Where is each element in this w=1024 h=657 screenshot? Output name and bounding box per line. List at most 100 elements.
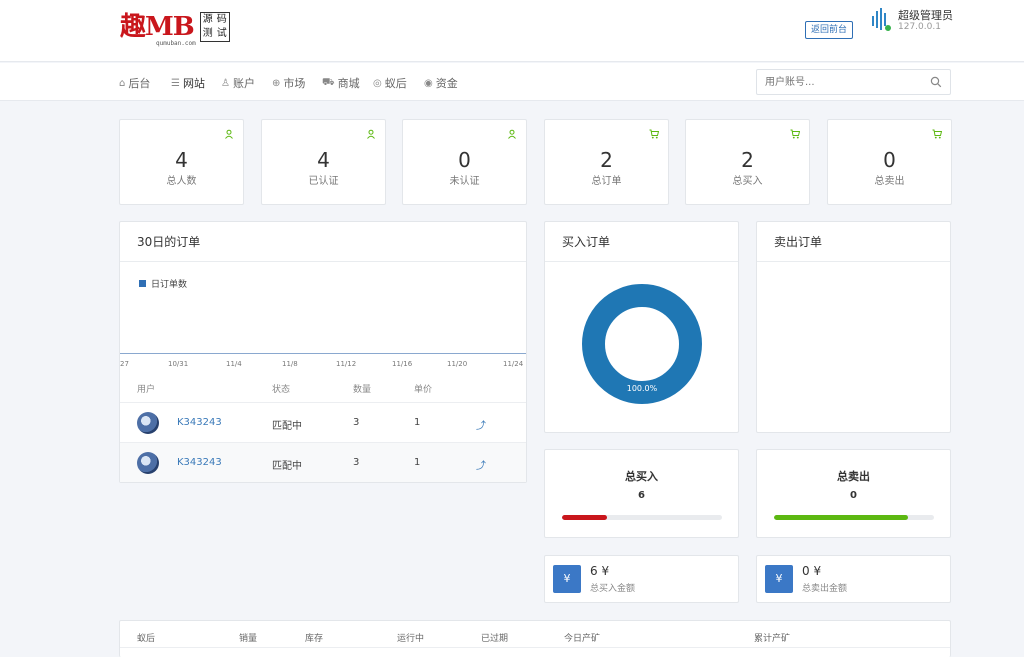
chart-series-line (120, 353, 526, 354)
logo-box: 源 码 测 试 (199, 12, 230, 42)
buy-amount-label: 总买入金额 (590, 584, 636, 594)
col-header: 销量 (239, 634, 258, 644)
col-header-user: 用户 (137, 385, 156, 395)
logo-domain: qumuban.com (156, 40, 196, 47)
top-header: 趣MB 源 码 测 试 qumuban.com 返回前台 超级管理员 127.0… (0, 0, 1024, 62)
col-header-status: 状态 (272, 385, 291, 395)
row-price: 1 (414, 457, 421, 468)
total-sell-value: 0 (850, 490, 857, 501)
progress-fill (562, 515, 607, 520)
row-status: 匹配中 (272, 421, 302, 432)
stat-label: 总买入 (732, 176, 763, 187)
total-buy-progress (562, 515, 722, 520)
user-icon (367, 129, 375, 139)
site-logo[interactable]: 趣MB 源 码 测 试 qumuban.com (120, 12, 230, 47)
nav-item-funds[interactable]: ◉ 资金 (424, 75, 458, 91)
circle-icon: ◎ (373, 77, 382, 89)
stat-label: 已认证 (308, 176, 339, 187)
panel-title: 卖出订单 (757, 222, 950, 262)
avatar (137, 452, 159, 474)
x-tick-label: 11/16 (392, 360, 413, 368)
col-header: 已过期 (481, 634, 509, 644)
logo-text: 趣MB (120, 12, 195, 42)
cart-icon: ⛟ (322, 76, 335, 88)
total-buy-title: 总买入 (625, 470, 658, 483)
nav-item-queen[interactable]: ◎ 蚁后 (373, 75, 407, 91)
table-row: K343243 匹配中 3 1 ⤴ (120, 442, 526, 482)
stat-card-unverified[interactable]: 0 未认证 (402, 119, 527, 205)
stat-label: 总订单 (591, 176, 622, 187)
total-sell-progress (774, 515, 934, 520)
col-header: 今日产矿 (564, 634, 601, 644)
search-icon[interactable] (930, 76, 942, 88)
admin-ip: 127.0.0.1 (898, 22, 941, 32)
user-icon (225, 129, 233, 139)
pie-slice (582, 284, 702, 404)
x-tick-label: 27 (120, 360, 129, 368)
chart-legend[interactable]: 日订单数 (139, 277, 187, 290)
stat-value: 4 (175, 148, 188, 172)
sell-orders-panel: 卖出订单 (756, 221, 951, 433)
user-search-box (756, 69, 951, 95)
col-header: 库存 (305, 634, 324, 644)
nav-item-dashboard[interactable]: ⌂ 后台 (119, 75, 150, 91)
stat-card-total-sell[interactable]: 0 总卖出 (827, 119, 952, 205)
cart-icon (790, 129, 800, 139)
main-nav: ⌂ 后台 ☰ 网站 ♙ 账户 ⊕ 市场 ⛟ 商城 ◎ 蚁后 ◉ 资金 (0, 63, 1024, 101)
row-action-icon[interactable]: ⤴ (476, 417, 486, 432)
back-to-frontend-button[interactable]: 返回前台 (805, 21, 853, 39)
progress-fill (774, 515, 909, 520)
divider (120, 647, 950, 648)
table-row: K343243 匹配中 3 1 ⤴ (120, 402, 526, 442)
yen-icon: ¥ (765, 565, 793, 593)
nav-item-site[interactable]: ☰ 网站 (171, 75, 205, 91)
nav-item-mall[interactable]: ⛟ 商城 (322, 75, 360, 91)
sell-amount-label: 总卖出金额 (802, 584, 848, 594)
admin-avatar-icon[interactable] (869, 8, 891, 32)
x-tick-label: 11/12 (336, 360, 357, 368)
legend-swatch (139, 280, 146, 287)
total-buy-value: 6 (638, 490, 645, 501)
stat-card-total-orders[interactable]: 2 总订单 (544, 119, 669, 205)
row-action-icon[interactable]: ⤴ (476, 457, 486, 472)
buy-amount-value: 6 ¥ (590, 564, 610, 578)
row-status: 匹配中 (272, 461, 302, 472)
buy-amount-card: ¥ 6 ¥ 总买入金额 (544, 555, 739, 603)
stat-label: 未认证 (449, 176, 480, 187)
col-header-qty: 数量 (353, 385, 372, 395)
total-sell-card: 总卖出 0 (756, 449, 951, 538)
stat-value: 4 (317, 148, 330, 172)
queen-table: 蚁后 销量 库存 运行中 已过期 今日产矿 累计产矿 (119, 620, 951, 657)
panel-title: 30日的订单 (120, 222, 526, 262)
row-qty: 3 (353, 457, 360, 468)
list-icon: ☰ (171, 77, 180, 89)
home-icon: ⌂ (119, 77, 126, 89)
col-header-price: 单价 (414, 385, 433, 395)
globe-icon: ⊕ (272, 77, 281, 89)
nav-item-market[interactable]: ⊕ 市场 (272, 75, 305, 91)
stat-card-total-buy[interactable]: 2 总买入 (685, 119, 810, 205)
col-header: 累计产矿 (754, 634, 791, 644)
row-qty: 3 (353, 417, 360, 428)
x-tick-label: 11/8 (282, 360, 298, 368)
stat-card-verified[interactable]: 4 已认证 (261, 119, 386, 205)
stat-value: 0 (458, 148, 471, 172)
buy-orders-donut-chart: 100.0% (582, 284, 702, 404)
row-user-link[interactable]: K343243 (177, 457, 222, 468)
nav-item-accounts[interactable]: ♙ 账户 (221, 75, 255, 91)
legend-label: 日订单数 (151, 280, 188, 290)
orders-30-days-panel: 30日的订单 日订单数 27 10/31 11/4 11/8 11/12 11/… (119, 221, 527, 483)
stat-label: 总卖出 (874, 176, 905, 187)
buy-orders-panel: 买入订单 100.0% (544, 221, 739, 433)
stat-card-total-users[interactable]: 4 总人数 (119, 119, 244, 205)
avatar (137, 412, 159, 434)
user-icon (508, 129, 516, 139)
x-tick-label: 11/24 (503, 360, 524, 368)
users-icon: ♙ (221, 77, 230, 89)
user-search-input[interactable] (765, 70, 925, 94)
col-header: 运行中 (397, 634, 425, 644)
admin-name[interactable]: 超级管理员 (898, 7, 953, 23)
stat-label: 总人数 (166, 176, 197, 187)
row-user-link[interactable]: K343243 (177, 417, 222, 428)
total-sell-title: 总卖出 (837, 470, 870, 483)
